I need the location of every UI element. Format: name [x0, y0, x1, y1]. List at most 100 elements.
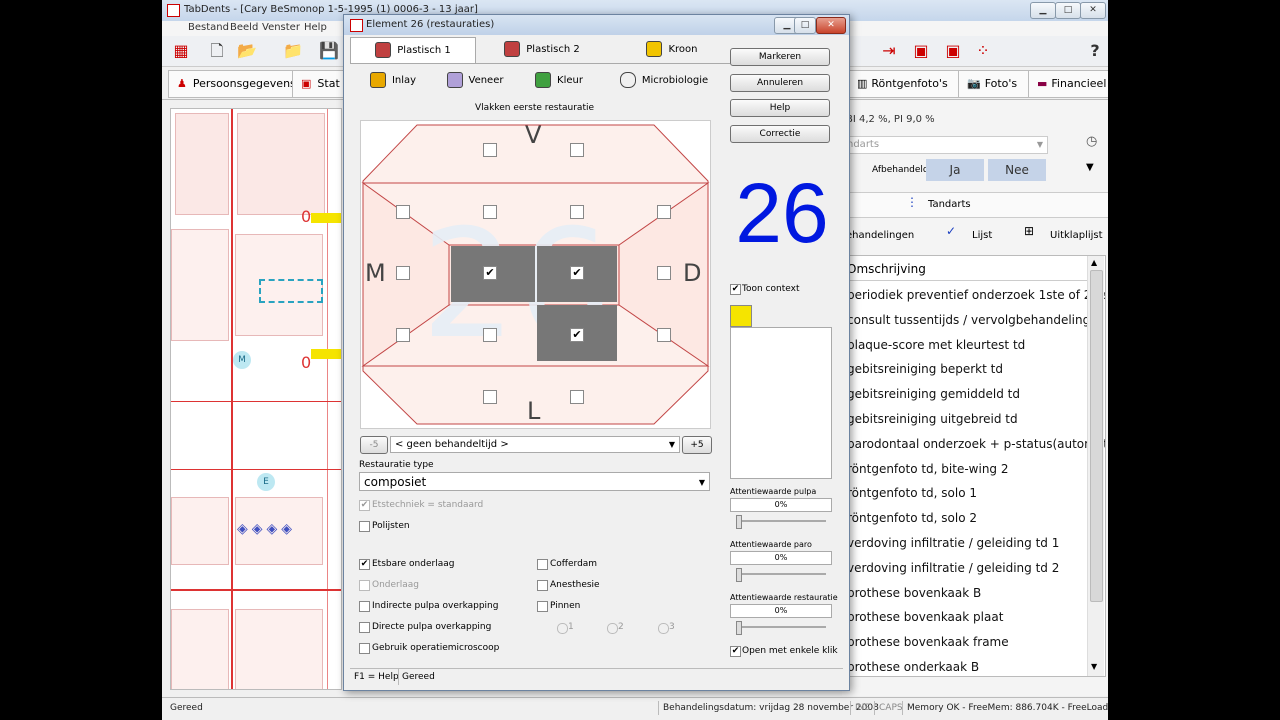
list-item[interactable]: röntgenfoto td, bite-wing 2: [847, 462, 1009, 476]
face-checkbox[interactable]: [570, 143, 584, 157]
dropdown-arrow-icon[interactable]: ▼: [1086, 162, 1094, 173]
menu-venster[interactable]: Venster: [262, 22, 300, 33]
indirecte-checkbox[interactable]: [359, 601, 370, 612]
tandarts-combo[interactable]: ndarts ▼: [842, 136, 1048, 154]
face-checkbox-checked[interactable]: ✔: [570, 328, 584, 342]
list-item[interactable]: prothese bovenkaak plaat: [847, 610, 1003, 624]
cofferdam-checkbox[interactable]: [537, 559, 548, 570]
tab-rontgenfotos[interactable]: ▥ Röntgenfoto's: [848, 70, 966, 98]
etstechniek-checkbox[interactable]: ✔: [359, 500, 370, 511]
toon-context-checkbox[interactable]: ✔: [730, 284, 741, 295]
attentie-paro-slider[interactable]: [736, 568, 828, 582]
tab-microbiologie[interactable]: Microbiologie: [612, 68, 716, 94]
folder-icon[interactable]: 📁: [282, 40, 304, 62]
list-item[interactable]: prothese bovenkaak B: [847, 586, 981, 600]
polijsten-checkbox[interactable]: [359, 521, 370, 532]
dialog-maximize-icon[interactable]: □: [794, 17, 816, 34]
list-item[interactable]: parodontaal onderzoek + p-status(automat…: [847, 437, 1105, 451]
list-item[interactable]: periodiek preventief onderzoek 1ste of 2…: [847, 288, 1105, 302]
list-item[interactable]: prothese bovenkaak frame: [847, 635, 1009, 649]
lijst-tab[interactable]: Lijst: [972, 230, 992, 241]
list-item[interactable]: consult tussentijds / vervolgbehandeling: [847, 313, 1090, 327]
operatiemicroscoop-checkbox[interactable]: [359, 643, 370, 654]
etsbare-onderlaag-checkbox[interactable]: ✔: [359, 559, 370, 570]
tooth-surface-diagram[interactable]: 26 V L M D ✔ ✔ ✔: [360, 120, 711, 429]
open-folder-icon[interactable]: 📂: [236, 40, 258, 62]
tooth-b-icon[interactable]: ▣: [942, 40, 964, 62]
treatment-list[interactable]: Omschrijving periodiek preventief onderz…: [842, 255, 1106, 677]
face-checkbox[interactable]: [483, 390, 497, 404]
tab-kleur[interactable]: Kleur: [526, 68, 592, 94]
save-icon[interactable]: 💾: [318, 40, 340, 62]
face-checkbox[interactable]: [657, 328, 671, 342]
uitklaplijst-tab[interactable]: Uitklaplijst: [1050, 230, 1103, 241]
markeren-button[interactable]: Markeren: [730, 48, 830, 66]
onderlaag-checkbox[interactable]: [359, 580, 370, 591]
directe-checkbox[interactable]: [359, 622, 370, 633]
tab-plastisch-2[interactable]: Plastisch 2: [480, 37, 604, 63]
behandelingen-tab[interactable]: ehandelingen: [846, 230, 914, 241]
dental-chart[interactable]: 0 0 M E ◈◈◈◈: [170, 108, 342, 690]
menu-help[interactable]: Help: [304, 22, 327, 33]
dialog-close-icon[interactable]: ✕: [816, 17, 846, 34]
slider-thumb[interactable]: [736, 515, 742, 529]
goto-icon[interactable]: ⇥: [878, 40, 900, 62]
tooth-a-icon[interactable]: ▣: [910, 40, 932, 62]
tab-veneer[interactable]: Veneer: [438, 68, 512, 94]
list-header[interactable]: Omschrijving: [843, 256, 1091, 281]
attentie-pulpa-slider[interactable]: [736, 515, 828, 529]
face-checkbox[interactable]: [657, 266, 671, 280]
list-item[interactable]: gebitsreiniging beperkt td: [847, 362, 1003, 376]
maximize-icon[interactable]: □: [1055, 2, 1081, 19]
radio-3[interactable]: [658, 623, 669, 634]
minus5-button[interactable]: -5: [360, 436, 388, 454]
radio-2[interactable]: [607, 623, 618, 634]
anesthesie-checkbox[interactable]: [537, 580, 548, 591]
face-checkbox[interactable]: [396, 328, 410, 342]
face-checkbox[interactable]: [483, 328, 497, 342]
list-item[interactable]: prothese onderkaak B: [847, 660, 979, 674]
pinnen-checkbox[interactable]: [537, 601, 548, 612]
list-scrollbar[interactable]: ▲ ▼: [1087, 256, 1104, 676]
list-item[interactable]: plaque-score met kleurtest td: [847, 338, 1025, 352]
tab-financieel[interactable]: ▬ Financieel: [1028, 70, 1108, 98]
list-item[interactable]: röntgenfoto td, solo 2: [847, 511, 977, 525]
help-button[interactable]: Help: [730, 99, 830, 117]
close-icon[interactable]: ✕: [1080, 2, 1106, 19]
tab-persoonsgegevens[interactable]: ♟ Persoonsgegevens: [168, 70, 298, 98]
scroll-up-icon[interactable]: ▲: [1091, 258, 1097, 267]
attentie-restauratie-slider[interactable]: [736, 621, 828, 635]
face-checkbox[interactable]: [396, 266, 410, 280]
annuleren-button[interactable]: Annuleren: [730, 74, 830, 92]
notes-icon[interactable]: [730, 305, 752, 327]
face-checkbox[interactable]: [483, 143, 497, 157]
correctie-button[interactable]: Correctie: [730, 125, 830, 143]
menu-bestand[interactable]: Bestand: [188, 22, 229, 33]
restauratie-type-combo[interactable]: composiet ▼: [359, 472, 710, 491]
list-item[interactable]: verdoving infiltratie / geleiding td 1: [847, 536, 1059, 550]
grid-icon[interactable]: ⁘: [972, 40, 994, 62]
tab-inlay[interactable]: Inlay: [358, 68, 428, 94]
face-checkbox[interactable]: [483, 205, 497, 219]
face-checkbox[interactable]: [570, 390, 584, 404]
face-checkbox-checked[interactable]: ✔: [483, 266, 497, 280]
face-checkbox-checked[interactable]: ✔: [570, 266, 584, 280]
radio-1[interactable]: [557, 623, 568, 634]
face-checkbox[interactable]: [657, 205, 671, 219]
list-item[interactable]: gebitsreiniging uitgebreid td: [847, 412, 1018, 426]
new-file-icon[interactable]: 🗋: [206, 40, 228, 62]
plus5-button[interactable]: +5: [682, 436, 712, 454]
tandarts-bar[interactable]: ⋮ Tandarts: [842, 192, 1108, 218]
slider-thumb[interactable]: [736, 621, 742, 635]
menu-beeld[interactable]: Beeld: [230, 22, 258, 33]
slider-thumb[interactable]: [736, 568, 742, 582]
scroll-thumb[interactable]: [1090, 270, 1103, 602]
clock-icon[interactable]: ◷: [1086, 134, 1097, 149]
nee-button[interactable]: Nee: [988, 159, 1046, 181]
list-item[interactable]: gebitsreiniging gemiddeld td: [847, 387, 1020, 401]
face-checkbox[interactable]: [570, 205, 584, 219]
chart-icon[interactable]: ▦: [170, 40, 192, 62]
list-item[interactable]: röntgenfoto td, solo 1: [847, 486, 977, 500]
behandeltijd-combo[interactable]: < geen behandeltijd > ▼: [390, 436, 680, 453]
tab-plastisch-1[interactable]: Plastisch 1: [350, 37, 476, 64]
